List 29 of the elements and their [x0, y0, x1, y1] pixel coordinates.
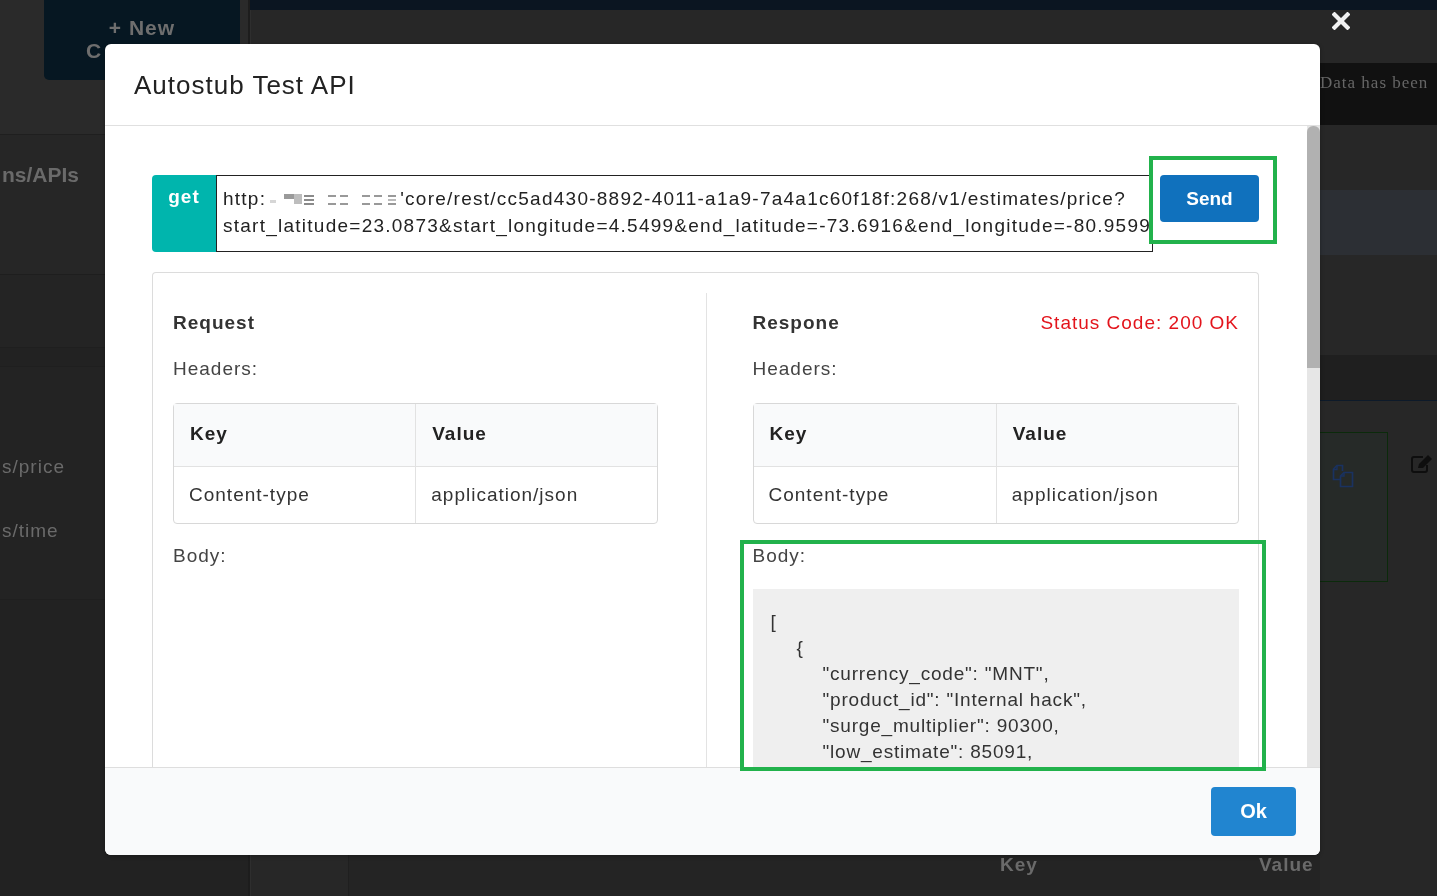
body-label: Body:: [173, 544, 228, 568]
headers-label: Headers:: [173, 357, 260, 381]
table-cell-text: Content-type: [767, 483, 891, 507]
section-title: Request: [173, 311, 255, 335]
column-header: Value: [415, 404, 657, 466]
section-title: Respone: [752, 311, 840, 335]
column-header: Key: [189, 422, 229, 446]
body-label: Body:: [752, 544, 808, 568]
column-header: Key: [999, 853, 1039, 877]
column-header: Key: [768, 422, 809, 446]
close-icon[interactable]: [1332, 12, 1350, 30]
notice-message: Data has been: [1320, 72, 1429, 94]
scrollbar-thumb[interactable]: [1307, 126, 1320, 368]
table-cell: application/json: [995, 467, 1238, 523]
table-cell: application/json: [415, 467, 657, 523]
copy-icon[interactable]: [1332, 464, 1354, 488]
url-field[interactable]: http: 'core/rest/cc5ad430-8892-4011-a1a9-7a4a1c60f18f:268/v1/estimates/price? start_latitude=23.0873&start_longitude=4.5499&end_latitude=-73.6916&end_longitude=-80.9599: [216, 175, 1153, 252]
status-code: Status Code: 200 OK: [1040, 311, 1239, 335]
ok-button[interactable]: Ok: [1211, 787, 1296, 836]
column-header: Value: [1258, 853, 1315, 877]
send-button[interactable]: Send: [1160, 175, 1259, 222]
redacted-text-icon: [268, 191, 399, 207]
column-header: Value: [995, 404, 1238, 466]
headers-label: Headers:: [752, 357, 839, 381]
method-label: get: [152, 175, 216, 252]
response-body: [ { "currency_code": "MNT", "product_id": "Internal hack", "surge_multiplier": 90300, "low_estimate": 85091,: [752, 589, 1239, 767]
sidebar-heading: ns/APIs: [1, 163, 81, 187]
edit-icon[interactable]: [1410, 454, 1434, 474]
table-cell-text: Content-type: [188, 483, 311, 507]
